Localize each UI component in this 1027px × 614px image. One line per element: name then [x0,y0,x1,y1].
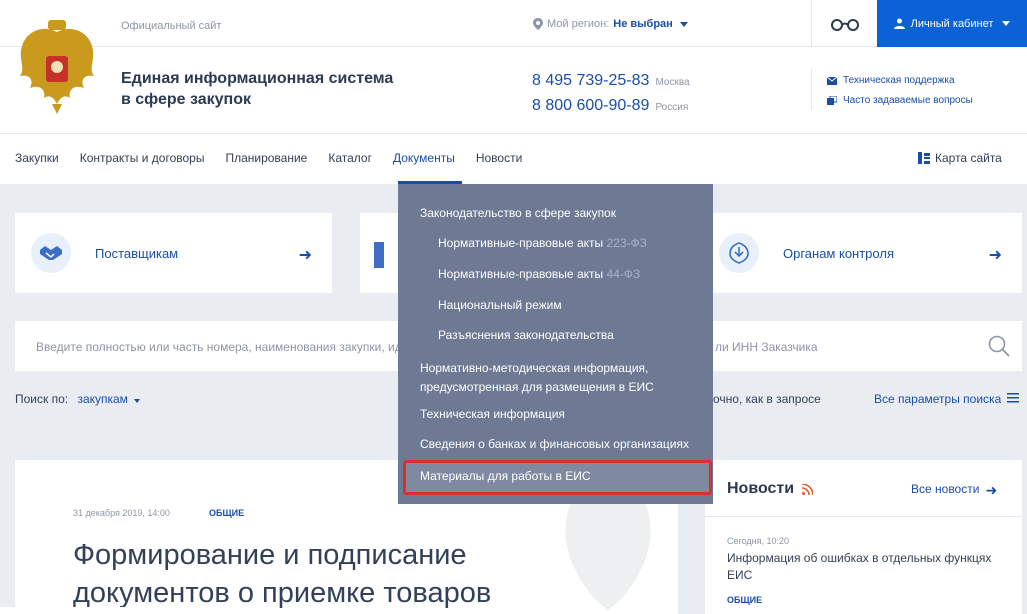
search-by-select[interactable]: закупкам [77,392,128,406]
news-panel: Новости Все новости ➜ Сегодня, 10:20 Инф… [705,460,1022,614]
search-placeholder: Введите полностью или часть номера, наим… [36,340,402,354]
support-link[interactable]: Техническая поддержка [827,75,955,86]
sitemap-label: Карта сайта [935,151,1002,165]
news-item-date: Сегодня, 10:20 [727,536,790,546]
rss-icon[interactable] [802,483,814,495]
menu-item-eis-materials[interactable]: Материалы для работы в ЕИС [420,469,591,483]
nav-item-catalog[interactable]: Каталог [328,151,372,165]
cabinet-label: Личный кабинет [910,17,994,30]
article-date: 31 декабря 2019, 14:00 [73,508,170,518]
user-icon [893,18,905,29]
card-control-label: Органам контроля [783,245,894,261]
support-label: Техническая поддержка [843,75,955,86]
documents-dropdown-menu: Законодательство в сфере закупок Нормати… [398,184,713,504]
divider [705,516,1022,517]
handshake-icon [40,246,62,260]
nav-item-news[interactable]: Новости [476,151,522,165]
card-control[interactable]: Органам контроля ➜ [705,213,1022,293]
site-title-line2: в сфере закупок [121,91,251,108]
arrow-right-icon: ➜ [988,247,1002,264]
site-header: Официальный сайт Мой регион: Не выбран Л… [0,0,1027,184]
faq-link[interactable]: Часто задаваемые вопросы [827,95,973,106]
card-suppliers[interactable]: Поставщикам ➜ [15,213,332,293]
divider [0,133,1027,134]
phone-moscow[interactable]: 8 495 739-25-83 Москва [532,72,690,90]
nav-item-contracts[interactable]: Контракты и договоры [80,151,205,165]
all-params-label: Все параметры поиска [874,392,1002,406]
menu-item-npa-44[interactable]: Нормативные-правовые акты 44-ФЗ [438,267,640,281]
arrow-right-icon: ➜ [298,247,312,264]
menu-item-methodical-info[interactable]: Нормативно-методическая информация, пред… [420,359,654,397]
menu-item-clarifications[interactable]: Разъяснения законодательства [438,328,614,342]
emblem-icon [729,242,749,264]
menu-item-banks[interactable]: Сведения о банках и финансовых организац… [420,437,689,451]
menu-item-technical-info[interactable]: Техническая информация [420,407,565,421]
phone-number: 8 495 739-25-83 [532,72,650,89]
all-news-label: Все новости [911,482,980,496]
personal-cabinet-button[interactable]: Личный кабинет [877,0,1027,47]
card-icon-circle [719,233,759,273]
coat-of-arms-logo[interactable] [12,18,102,114]
article-title[interactable]: Формирование и подписание документов о п… [73,536,491,612]
location-pin-icon [533,18,543,30]
news-item-text[interactable]: Информация об ошибках в отдельных функця… [727,550,1007,584]
all-news-link[interactable]: Все новости ➜ [911,482,997,499]
glasses-icon [830,18,859,31]
search-by: Поиск по: закупкам [15,392,141,406]
chevron-down-icon [134,399,141,403]
article-title-line1: Формирование и подписание [73,539,467,571]
official-site-label: Официальный сайт [121,20,222,32]
search-icon[interactable] [988,335,1010,357]
exact-match-option[interactable]: очно, как в запросе [713,392,821,406]
sitemap-link[interactable]: Карта сайта [918,151,1002,165]
region-label: Мой регион: [547,18,610,30]
building-icon [374,242,384,268]
news-title-text: Новости [727,480,795,497]
chevron-down-icon [1002,21,1011,26]
phone-number: 8 800 600-90-89 [532,97,650,114]
search-by-label: Поиск по: [15,392,69,406]
nav-item-purchases[interactable]: Закупки [15,151,59,165]
site-title[interactable]: Единая информационная система в сфере за… [121,68,393,110]
card-hidden[interactable] [360,213,398,293]
mail-icon [827,76,837,85]
search-placeholder-right: ли ИНН Заказчика [715,340,818,354]
menu-item-npa-223[interactable]: Нормативные-правовые акты 223-ФЗ [438,236,647,250]
region-selector[interactable]: Мой регион: Не выбран [533,18,688,30]
arrow-right-icon: ➜ [985,482,998,498]
filter-icon [1007,393,1020,403]
phone-city: Москва [655,77,690,88]
phone-russia[interactable]: 8 800 600-90-89 Россия [532,97,688,115]
faq-label: Часто задаваемые вопросы [843,95,973,106]
card-suppliers-label: Поставщикам [95,245,179,261]
site-title-line1: Единая информационная система [121,70,394,87]
nav-item-planning[interactable]: Планирование [225,151,307,165]
faq-icon [827,96,837,105]
menu-item-legislation[interactable]: Законодательство в сфере закупок [420,206,616,220]
article-tag[interactable]: ОБЩИЕ [209,508,244,518]
chevron-down-icon [679,21,688,27]
region-value[interactable]: Не выбран [613,18,673,30]
phone-city: Россия [655,102,689,113]
divider [811,68,812,110]
all-search-params-link[interactable]: Все параметры поиска [874,392,1020,406]
menu-item-national-regime[interactable]: Национальный режим [438,298,562,312]
news-title: Новости [727,480,814,498]
accessibility-button[interactable] [811,0,877,47]
news-item-tag[interactable]: ОБЩИЕ [727,595,762,605]
card-icon-circle [31,233,71,273]
nav-item-documents[interactable]: Документы [393,151,455,165]
browser-status-bar [0,607,225,614]
main-nav: Закупки Контракты и договоры Планировани… [15,151,522,165]
sitemap-icon [918,152,930,164]
